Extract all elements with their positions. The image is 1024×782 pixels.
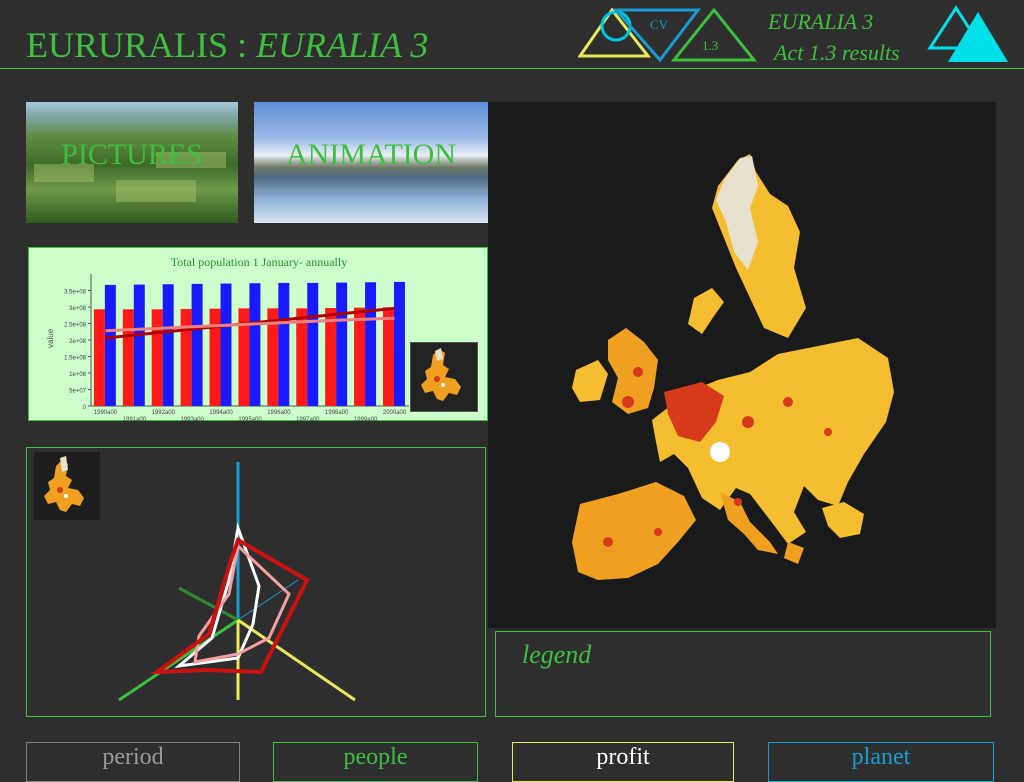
pictures-tile[interactable]: PICTURES — [26, 102, 238, 223]
chart-y-tick-label: 3.5e+08 — [64, 290, 87, 296]
corner-triangles-logo[interactable] — [926, 4, 1012, 64]
chart-bar — [336, 282, 348, 406]
filled-triangle-icon — [948, 12, 1008, 62]
animation-tile[interactable]: ANIMATION — [254, 102, 488, 223]
chart-x-tick-label: 1997a00 — [296, 417, 320, 422]
mini-europe-map-thumbnail[interactable] — [410, 342, 478, 412]
app-title: EURURALIS : EURALIA 3 — [26, 24, 428, 66]
chart-bar — [249, 283, 261, 406]
chart-bar — [354, 307, 366, 406]
cv-logo-label: CV — [650, 17, 669, 32]
chart-bar — [278, 282, 290, 406]
chart-y-axis-label: value — [46, 328, 55, 348]
chart-bar — [191, 283, 203, 406]
version-logo-label: 1.3 — [702, 38, 718, 53]
breadcrumb: EURALIA 3 Act 1.3 results — [768, 6, 900, 68]
animation-label: ANIMATION — [286, 138, 456, 171]
chart-y-tick-label: 2.5e+08 — [64, 323, 87, 329]
app-title-main: EURURALIS : — [26, 25, 257, 65]
tab-people[interactable]: people — [273, 742, 478, 782]
chart-x-tick-label: 1994a00 — [209, 410, 233, 416]
europe-results-map[interactable] — [488, 102, 996, 628]
header-divider — [0, 68, 1024, 69]
pictures-label: PICTURES — [61, 138, 203, 171]
chart-y-tick-label: 2e+08 — [69, 339, 87, 345]
chart-bar — [209, 308, 221, 406]
chart-x-tick-label: 1996a00 — [267, 410, 291, 416]
chart-bar — [220, 283, 232, 406]
chart-x-tick-label: 1999a00 — [354, 417, 378, 422]
tab-profit[interactable]: profit — [512, 742, 734, 782]
chart-x-tick-label: 1990a00 — [94, 410, 118, 416]
chart-bar — [393, 281, 405, 406]
radar-mini-map-thumbnail[interactable] — [34, 452, 100, 520]
chart-bar — [162, 284, 174, 406]
chart-y-tick-label: 3e+08 — [69, 306, 87, 312]
legend-panel[interactable]: legend — [495, 631, 991, 717]
chart-x-tick-label: 1992a00 — [152, 410, 176, 416]
chart-bar — [382, 307, 394, 406]
chart-x-tick-label: 1991a00 — [123, 417, 147, 422]
app-title-subtitle: EURALIA 3 — [256, 25, 429, 65]
chart-bar — [307, 282, 319, 406]
tab-period[interactable]: period — [26, 742, 240, 782]
chart-x-tick-label: 2000a00 — [383, 410, 407, 416]
chart-bar — [93, 309, 105, 406]
navigation-triangles-logo[interactable]: CV 1.3 — [578, 4, 758, 66]
chart-bar — [133, 284, 145, 406]
chart-y-tick-label: 1e+08 — [69, 372, 87, 378]
field-patch — [116, 180, 196, 202]
tab-planet[interactable]: planet — [768, 742, 994, 782]
chart-x-tick-label: 1998a00 — [325, 410, 349, 416]
breadcrumb-project: EURALIA 3 — [768, 9, 874, 34]
chart-x-tick-label: 1993a00 — [181, 417, 205, 422]
chart-bar — [365, 282, 377, 406]
chart-bar — [180, 308, 192, 406]
chart-y-tick-label: 0 — [83, 405, 87, 411]
chart-bar — [104, 284, 116, 406]
chart-y-tick-label: 1.5e+08 — [64, 356, 87, 362]
chart-bar — [151, 309, 163, 406]
chart-bar — [122, 309, 134, 406]
chart-title: Total population 1 January- annually — [171, 255, 347, 269]
chart-x-tick-label: 1995a00 — [238, 417, 262, 422]
chart-bar — [325, 307, 337, 406]
chart-y-tick-label: 5e+07 — [69, 389, 87, 395]
breadcrumb-results: Act 1.3 results — [774, 40, 900, 65]
legend-label: legend — [522, 640, 592, 669]
